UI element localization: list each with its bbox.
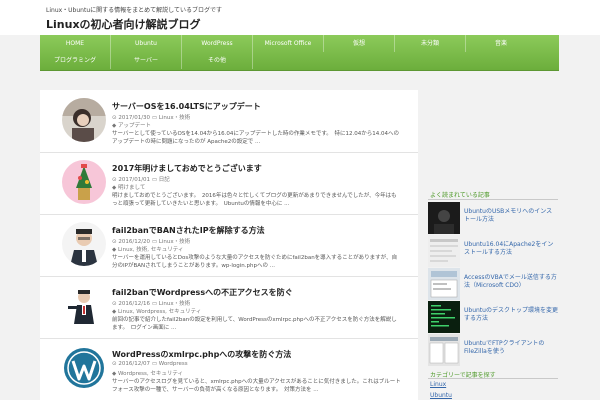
- post-title[interactable]: fail2banでBANされたIPを解除する方法: [112, 225, 265, 236]
- post-thumbnail[interactable]: [62, 98, 106, 142]
- popular-post-thumbnail[interactable]: [428, 202, 460, 234]
- folder-icon: ▭: [151, 177, 158, 183]
- widget-divider: [428, 199, 558, 200]
- global-nav: HOME Ubuntu WordPress Microsoft Office 仮…: [40, 35, 559, 71]
- popular-post-thumbnail[interactable]: [428, 334, 460, 366]
- post-title[interactable]: サーバーOSを16.04LTSにアップデート: [112, 101, 261, 112]
- post-tag-list[interactable]: Wordpress, セキュリティ: [118, 371, 183, 377]
- post-meta: ⊙ 2016/12/07 ▭ Wordpress: [112, 361, 188, 367]
- folder-icon: ▭: [151, 115, 158, 121]
- nav-item-virtual[interactable]: 仮想: [324, 35, 395, 52]
- post-excerpt: 前回の記事で紹介したfail2banの設定を利用して、WordPressのxml…: [112, 317, 397, 331]
- post-excerpt: サーバーとして使っているOSを14.04から16.04にアップデートした時の作業…: [112, 131, 400, 145]
- post-card[interactable]: サーバーOSを16.04LTSにアップデート ⊙ 2017/01/30 ▭ Li…: [40, 90, 418, 153]
- post-category[interactable]: Linux・技術: [159, 115, 190, 121]
- post-tags: ◆ Linux, 技術, セキュリティ: [112, 245, 183, 253]
- post-card[interactable]: 2017年明けましておめでとうございます ⊙ 2017/01/01 ▭ 日記 ◆…: [40, 152, 418, 215]
- site-tagline: Linux・Ubuntuに関する情報をまとめて解説しているブログです: [46, 7, 222, 14]
- post-tags: ◆ Linux, Wordpress, セキュリティ: [112, 307, 201, 315]
- post-tags: ◆ Wordpress, セキュリティ: [112, 369, 183, 377]
- nav-item-home[interactable]: HOME: [40, 35, 111, 52]
- site-title[interactable]: Linuxの初心者向け解説ブログ: [46, 16, 201, 32]
- post-excerpt: 明けましておめでとうございます。 2016年は色々と忙しくてブログの更新があまり…: [112, 193, 397, 207]
- post-meta: ⊙ 2017/01/01 ▭ 日記: [112, 175, 170, 183]
- post-tag-list[interactable]: 明けまして: [118, 185, 145, 191]
- post-title[interactable]: WordPressのxmlrpc.phpへの攻撃を防ぐ方法: [112, 349, 291, 360]
- nav-item-uncategorized[interactable]: 未分類: [395, 35, 466, 52]
- nav-item-ubuntu[interactable]: Ubuntu: [111, 35, 182, 52]
- popular-posts-widget-title: よく読まれている記事: [430, 192, 490, 199]
- nav-item-wordpress[interactable]: WordPress: [182, 35, 253, 52]
- post-title[interactable]: fail2banでWordpressへの不正アクセスを防ぐ: [112, 287, 293, 298]
- popular-post-item[interactable]: AccessのVBAでメール送信する方法（Microsoft CDO）: [428, 268, 558, 301]
- site-header: Linux・Ubuntuに関する情報をまとめて解説しているブログです Linux…: [0, 0, 600, 35]
- post-meta: ⊙ 2017/01/30 ▭ Linux・技術: [112, 113, 190, 121]
- nav-item-other[interactable]: その他: [182, 52, 253, 69]
- nav-item-microsoft-office[interactable]: Microsoft Office: [253, 35, 324, 52]
- clock-icon: ⊙: [112, 361, 117, 367]
- popular-post-item[interactable]: UbuntuでFTPクライアントのFileZillaを使う: [428, 334, 558, 367]
- tag-icon: ◆: [112, 123, 117, 129]
- tag-icon: ◆: [112, 185, 117, 191]
- post-title[interactable]: 2017年明けましておめでとうございます: [112, 163, 262, 174]
- popular-post-link[interactable]: AccessのVBAでメール送信する方法（Microsoft CDO）: [464, 274, 558, 290]
- post-tags: ◆ 明けまして: [112, 183, 145, 191]
- post-tag-list[interactable]: Linux, Wordpress, セキュリティ: [118, 309, 201, 315]
- popular-post-item[interactable]: Ubuntuのデスクトップ環境を変更する方法: [428, 301, 558, 334]
- post-meta: ⊙ 2016/12/20 ▭ Linux・技術: [112, 237, 190, 245]
- post-card[interactable]: fail2banでWordpressへの不正アクセスを防ぐ ⊙ 2016/12/…: [40, 276, 418, 339]
- post-list: サーバーOSを16.04LTSにアップデート ⊙ 2017/01/30 ▭ Li…: [40, 90, 418, 400]
- post-category[interactable]: 日記: [159, 177, 170, 183]
- nav-item-server[interactable]: サーバー: [111, 52, 182, 69]
- tag-icon: ◆: [112, 247, 117, 253]
- post-tags: ◆ アップデート: [112, 121, 151, 129]
- post-tag-list[interactable]: Linux, 技術, セキュリティ: [118, 247, 183, 253]
- nav-item-programming[interactable]: プログラミング: [40, 52, 111, 69]
- post-meta: ⊙ 2016/12/16 ▭ Linux・技術: [112, 299, 190, 307]
- popular-post-link[interactable]: UbuntuのUSBメモリへのインストール方法: [464, 208, 558, 224]
- post-card[interactable]: WordPressのxmlrpc.phpへの攻撃を防ぐ方法 ⊙ 2016/12/…: [40, 338, 418, 400]
- post-thumbnail[interactable]: [62, 346, 106, 390]
- post-date: 2016/12/07: [118, 361, 151, 367]
- nav-item-music[interactable]: 音楽: [466, 35, 536, 52]
- post-excerpt: サーバーのアクセスログを見ていると、xmlrpc.phpへの大量のアクセスがある…: [112, 379, 401, 393]
- tag-icon: ◆: [112, 371, 117, 377]
- popular-post-thumbnail[interactable]: [428, 235, 460, 267]
- post-tag-list[interactable]: アップデート: [118, 123, 151, 129]
- post-category[interactable]: Wordpress: [159, 361, 188, 367]
- popular-post-item[interactable]: UbuntuのUSBメモリへのインストール方法: [428, 202, 558, 235]
- post-excerpt: サーバーを運用しているとDos攻撃のような大量のアクセスを防ぐためにfail2b…: [112, 255, 398, 269]
- post-card[interactable]: fail2banでBANされたIPを解除する方法 ⊙ 2016/12/20 ▭ …: [40, 214, 418, 277]
- wordpress-logo-icon: [62, 346, 106, 390]
- popular-post-link[interactable]: UbuntuでFTPクライアントのFileZillaを使う: [464, 340, 558, 356]
- popular-post-link[interactable]: Ubuntuのデスクトップ環境を変更する方法: [464, 307, 558, 323]
- widget-divider: [428, 378, 558, 379]
- post-thumbnail[interactable]: [62, 160, 106, 204]
- popular-post-thumbnail[interactable]: [428, 268, 460, 300]
- popular-post-link[interactable]: Ubuntu16.04にApache2をインストールする方法: [464, 241, 558, 257]
- category-link-linux[interactable]: Linux: [430, 381, 446, 388]
- popular-post-item[interactable]: Ubuntu16.04にApache2をインストールする方法: [428, 235, 558, 268]
- folder-icon: ▭: [151, 361, 158, 367]
- category-link-ubuntu[interactable]: Ubuntu: [430, 392, 452, 399]
- sidebar: よく読まれている記事 UbuntuのUSBメモリへのインストール方法 Ubunt…: [428, 90, 558, 400]
- post-thumbnail[interactable]: [62, 222, 106, 266]
- tag-icon: ◆: [112, 309, 117, 315]
- popular-post-thumbnail[interactable]: [428, 301, 460, 333]
- post-thumbnail[interactable]: [62, 284, 106, 328]
